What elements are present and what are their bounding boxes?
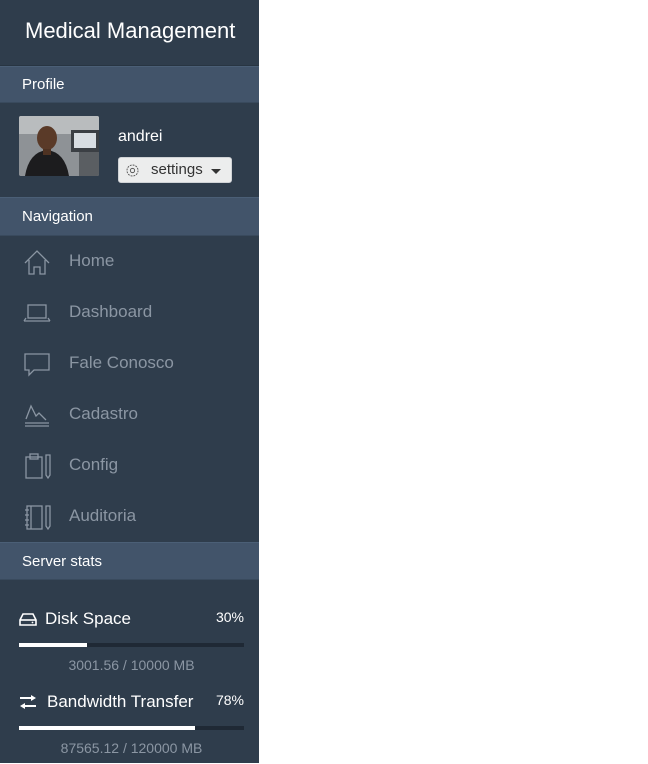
stat-percent: 78%: [215, 692, 244, 708]
home-icon: [24, 250, 50, 275]
username: andrei: [118, 128, 163, 145]
nav-item-config[interactable]: Config: [0, 440, 259, 491]
laptop-icon: [23, 304, 51, 322]
stat-disk-space: Disk Space 30% 3001.56 / 10000 MB: [19, 605, 244, 675]
nav-list: Home Dashboard Fale Conosco Cadastro Con…: [0, 236, 259, 542]
settings-label: settings: [151, 161, 203, 178]
notebook-pencil-icon: [25, 505, 51, 531]
hard-drive-icon: [19, 613, 37, 626]
nav-item-cadastro[interactable]: Cadastro: [0, 389, 259, 440]
app-title[interactable]: Medical Management: [0, 0, 259, 66]
nav-item-label: Cadastro: [69, 404, 138, 423]
chart-line-icon: [25, 404, 49, 427]
nav-item-label: Dashboard: [69, 302, 153, 321]
chat-icon: [24, 353, 50, 377]
avatar[interactable]: [19, 116, 99, 176]
nav-item-home[interactable]: Home: [0, 236, 259, 287]
nav-item-label: Config: [69, 455, 119, 474]
profile-section-header: Profile: [0, 66, 259, 103]
progress-bar: [19, 643, 244, 647]
stat-percent: 30%: [215, 609, 244, 625]
stat-bandwidth-transfer: Bandwidth Transfer 78% 87565.12 / 120000…: [19, 688, 244, 758]
chevron-down-icon: [211, 169, 221, 174]
nav-item-label: Home: [69, 251, 115, 270]
profile-panel: andrei settings: [0, 103, 259, 197]
sidebar: Medical Management Profile andrei settin…: [0, 0, 259, 763]
nav-item-label: Auditoria: [69, 506, 137, 525]
navigation-section-header: Navigation: [0, 197, 259, 236]
stat-detail: 3001.56 / 10000 MB: [68, 657, 195, 673]
server-stats-panel: Disk Space 30% 3001.56 / 10000 MB Bandwi…: [0, 580, 259, 764]
gear-icon: [126, 164, 139, 177]
nav-item-label: Fale Conosco: [69, 353, 174, 372]
progress-fill: [19, 726, 195, 730]
stat-detail: 87565.12 / 120000 MB: [60, 740, 203, 756]
transfer-arrows-icon: [20, 695, 36, 709]
settings-dropdown-button[interactable]: settings: [118, 157, 232, 183]
progress-fill: [19, 643, 87, 647]
progress-bar: [19, 726, 244, 730]
nav-item-fale-conosco[interactable]: Fale Conosco: [0, 338, 259, 389]
stat-name: Disk Space: [45, 609, 131, 628]
server-stats-section-header: Server stats: [0, 542, 259, 580]
nav-item-dashboard[interactable]: Dashboard: [0, 287, 259, 338]
nav-item-auditoria[interactable]: Auditoria: [0, 491, 259, 542]
clipboard-pencil-icon: [25, 453, 51, 480]
stat-name: Bandwidth Transfer: [47, 692, 194, 711]
